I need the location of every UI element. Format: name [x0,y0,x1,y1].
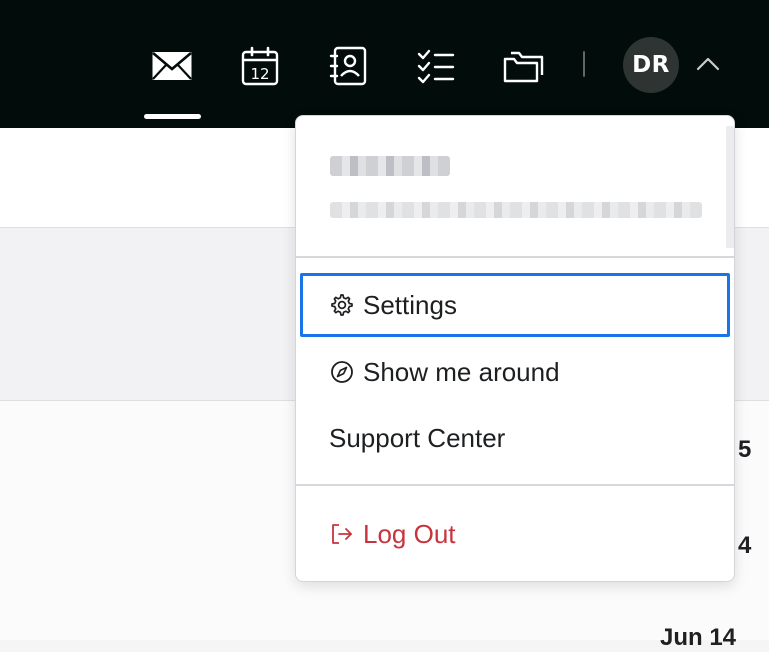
compass-icon [329,359,355,385]
top-navigation-bar: 12 DR [0,0,769,128]
gear-icon [329,292,355,318]
active-tab-indicator [144,114,201,119]
nav-tasks-button[interactable] [408,38,464,94]
nav-separator [583,51,585,77]
log-out-menu-item[interactable]: Log Out [296,502,734,566]
avatar-initials: DR [632,52,670,78]
menu-divider [296,484,734,486]
profile-scrollbar [726,126,734,248]
support-center-menu-item[interactable]: Support Center [296,406,734,470]
menu-divider [296,256,734,258]
list-item-date: Jun 14 [660,624,737,651]
tasks-icon [417,49,455,84]
log-out-label: Log Out [363,518,456,549]
support-center-label: Support Center [329,422,506,453]
user-avatar-button[interactable]: DR [623,37,679,93]
redacted-user-name [330,156,450,176]
nav-mail-button[interactable] [144,38,200,94]
nav-files-button[interactable] [496,38,552,94]
account-dropdown-menu: Settings Show me around Support Center L… [295,115,735,582]
show-me-around-menu-item[interactable]: Show me around [296,340,734,404]
profile-summary [296,116,734,251]
settings-label: Settings [363,289,457,320]
show-me-around-label: Show me around [363,356,560,387]
settings-menu-item[interactable]: Settings [300,273,730,337]
account-menu-toggle[interactable] [694,50,722,78]
list-item-date: 4 [738,532,752,559]
calendar-icon: 12 [241,46,279,86]
nav-contacts-button[interactable] [320,38,376,94]
nav-calendar-button[interactable]: 12 [232,38,288,94]
contacts-icon [329,46,367,86]
calendar-day-number: 12 [250,65,269,83]
chevron-up-icon [696,57,720,71]
folders-icon [503,51,544,83]
mail-icon [152,52,192,80]
redacted-user-email [330,202,702,218]
list-item-date: 5 [738,436,752,463]
logout-icon [329,521,355,547]
